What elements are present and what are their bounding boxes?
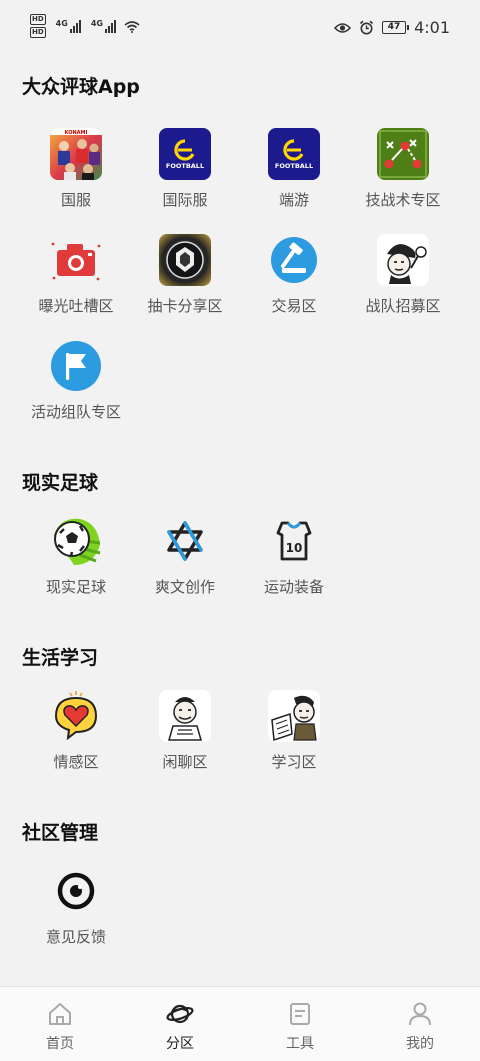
section-item-guojifu[interactable]: FOOTBALL 国际服 [130, 128, 240, 210]
section-item-label: 抽卡分享区 [147, 297, 223, 315]
efootball-text: FOOTBALL [275, 162, 313, 170]
status-left: HD HD 4G 4G [30, 14, 140, 38]
section-item-label: 端游 [278, 191, 309, 209]
wifi-icon [124, 20, 140, 33]
section-item-feedback[interactable]: 意见反馈 [21, 865, 131, 947]
section-item-chat[interactable]: 闲聊区 [130, 690, 240, 772]
section-title: 大众评球App [22, 76, 140, 98]
nav-tools[interactable]: 工具 [240, 987, 360, 1061]
flag-icon [50, 340, 102, 392]
konami-text: KONAMI [65, 130, 88, 136]
section-item-label: 学习区 [271, 753, 317, 771]
feedback-ring-icon [50, 865, 102, 917]
section-title: 社区管理 [22, 822, 99, 844]
jersey-icon: 10 [268, 515, 320, 567]
document-icon [290, 1003, 310, 1025]
battery-icon: 47 [382, 21, 410, 34]
section-item-label: 战队招募区 [365, 297, 441, 315]
meme-face-icon [159, 690, 211, 742]
home-icon [49, 1003, 71, 1025]
hd-badge: HD [30, 14, 46, 25]
section-item-label: 国际服 [162, 191, 208, 209]
planet-icon [166, 1004, 194, 1024]
network-type: 4G [55, 19, 68, 28]
hd-badge: HD [30, 27, 46, 38]
efootball-logo-icon: FOOTBALL [268, 128, 320, 180]
section-item-label: 闲聊区 [162, 753, 208, 771]
star-of-david-icon [159, 515, 211, 567]
section-item-label: 运动装备 [263, 578, 324, 596]
section-item-activity-team[interactable]: 活动组队专区 [21, 340, 131, 422]
card-badge-icon [159, 234, 211, 286]
section-item-label: 活动组队专区 [30, 403, 121, 421]
network-type: 4G [90, 19, 103, 28]
nav-home[interactable]: 首页 [0, 987, 120, 1061]
bottom-nav: 首页 分区 工具 我的 [0, 986, 480, 1061]
heart-bubble-icon [50, 690, 102, 742]
section-item-label: 爽文创作 [154, 578, 215, 596]
pes-konami-cover-icon: KONAMI [50, 128, 102, 180]
section-item-label: 国服 [60, 191, 91, 209]
section-item-study[interactable]: 学习区 [239, 690, 349, 772]
alarm-icon [360, 20, 374, 35]
soccer-ball-icon [50, 515, 102, 567]
signal-strength-icon: 4G [91, 19, 116, 33]
jersey-number: 10 [286, 541, 303, 555]
meme-study-icon [268, 690, 320, 742]
eye-icon [334, 22, 352, 33]
section-item-team-recruit[interactable]: 战队招募区 [348, 234, 458, 316]
nav-label: 首页 [46, 1036, 74, 1052]
camera-icon [50, 234, 102, 286]
section-item-card-share[interactable]: 抽卡分享区 [130, 234, 240, 316]
section-item-label: 技战术专区 [365, 191, 441, 209]
nav-profile[interactable]: 我的 [360, 987, 480, 1061]
nav-label: 分区 [166, 1036, 194, 1052]
section-list: 大众评球App KONAMI 国服 FOOTBALL 国际服 FOOTBALL … [0, 58, 480, 986]
section-item-label: 意见反馈 [45, 928, 106, 946]
section-item-exposure[interactable]: 曝光吐槽区 [21, 234, 131, 316]
section-item-label: 情感区 [53, 753, 99, 771]
section-item-duanyou[interactable]: FOOTBALL 端游 [239, 128, 349, 210]
meme-face-icon [377, 234, 429, 286]
section-item-tactics[interactable]: 技战术专区 [348, 128, 458, 210]
tactics-board-icon [377, 128, 429, 180]
section-item-sports-gear[interactable]: 10 运动装备 [239, 515, 349, 597]
status-right: 47 4:01 [334, 18, 450, 37]
nav-sections[interactable]: 分区 [120, 987, 240, 1061]
section-title: 生活学习 [22, 647, 99, 669]
signal-strength-icon: 4G [56, 19, 81, 33]
section-item-label: 现实足球 [45, 578, 106, 596]
efootball-logo-icon: FOOTBALL [159, 128, 211, 180]
section-title: 现实足球 [22, 472, 99, 494]
section-item-label: 交易区 [271, 297, 317, 315]
section-item-label: 曝光吐槽区 [38, 297, 114, 315]
section-item-real-football[interactable]: 现实足球 [21, 515, 131, 597]
nav-label: 工具 [286, 1036, 314, 1052]
efootball-text: FOOTBALL [166, 162, 204, 170]
gavel-icon [268, 234, 320, 286]
section-item-emotion[interactable]: 情感区 [21, 690, 131, 772]
user-icon [409, 1002, 431, 1026]
clock-time: 4:01 [414, 18, 450, 37]
screen: HD HD 4G 4G 47 4:01 大众评球App KONAMI 国服 FO… [0, 0, 480, 1061]
section-item-fiction-writing[interactable]: 爽文创作 [130, 515, 240, 597]
hd-badges: HD HD [30, 14, 46, 38]
section-item-guofu[interactable]: KONAMI 国服 [21, 128, 131, 210]
nav-label: 我的 [406, 1036, 434, 1052]
status-bar: HD HD 4G 4G 47 4:01 [0, 0, 480, 58]
section-item-trade[interactable]: 交易区 [239, 234, 349, 316]
